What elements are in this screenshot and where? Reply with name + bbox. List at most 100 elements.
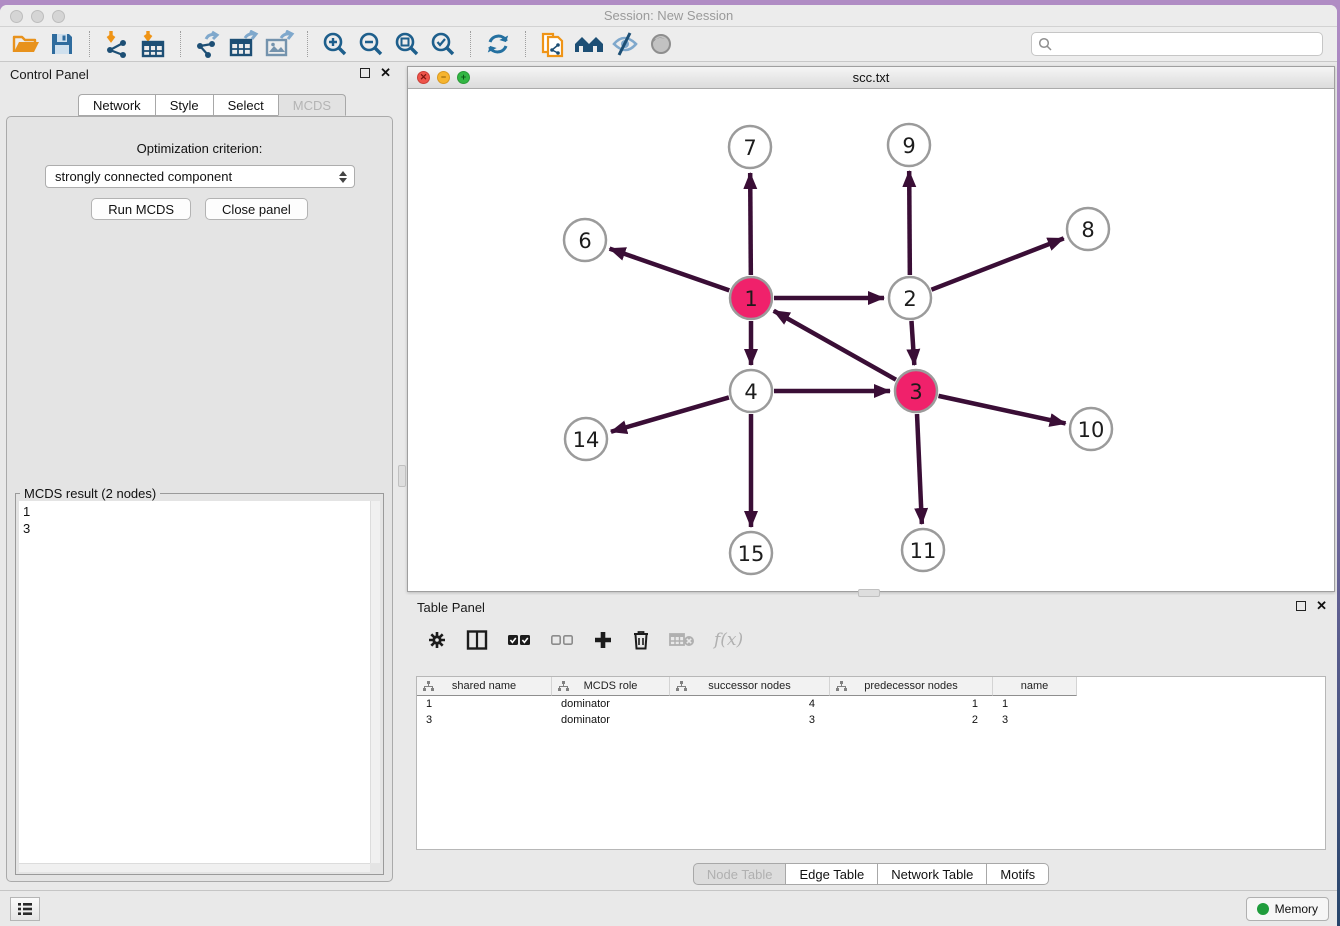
edge-3-11[interactable] (917, 414, 922, 524)
zoom-selected-icon[interactable] (425, 29, 461, 59)
import-table-icon[interactable] (135, 29, 171, 59)
search-icon (1038, 37, 1052, 51)
float-panel-icon[interactable] (360, 68, 370, 78)
select-all-icon[interactable] (507, 634, 531, 646)
edge-3-1[interactable] (774, 311, 896, 380)
edge-1-6[interactable] (610, 249, 730, 291)
list-icon (17, 902, 33, 916)
table-settings-icon[interactable] (427, 630, 447, 650)
search-box[interactable] (1031, 32, 1323, 56)
toolbar-separator (307, 31, 308, 57)
table-row[interactable]: 3dominator323 (417, 712, 1325, 728)
cell-MCDS-role[interactable]: dominator (552, 712, 670, 728)
vertical-splitter-handle[interactable] (398, 465, 406, 487)
cell-predecessor-nodes[interactable]: 1 (830, 696, 993, 712)
delete-table-icon[interactable] (669, 632, 695, 648)
apply-layout-icon[interactable] (480, 29, 516, 59)
deselect-all-icon[interactable] (550, 634, 574, 646)
apply-function-icon[interactable]: f(x) (714, 630, 743, 650)
network-view-window: ✕ − + scc.txt 7968124314101511 (407, 66, 1335, 592)
close-panel-icon[interactable]: ✕ (380, 67, 391, 78)
table-tab-network-table[interactable]: Network Table (877, 863, 986, 885)
table-tab-node-table[interactable]: Node Table (693, 863, 786, 885)
zoom-in-icon[interactable] (317, 29, 353, 59)
cell-successor-nodes[interactable]: 3 (670, 712, 830, 728)
result-horizontal-scrollbar[interactable] (19, 863, 370, 872)
import-network-icon[interactable] (99, 29, 135, 59)
close-table-panel-icon[interactable]: ✕ (1316, 600, 1327, 611)
node-label-6: 6 (578, 229, 591, 253)
column-header-shared-name[interactable]: shared name (417, 677, 552, 696)
horizontal-splitter-handle[interactable] (858, 589, 880, 597)
close-panel-button[interactable]: Close panel (205, 198, 308, 220)
application-window: Session: New Session (0, 5, 1337, 926)
cell-predecessor-nodes[interactable]: 2 (830, 712, 993, 728)
reset-view-icon[interactable] (571, 29, 607, 59)
window-title: Session: New Session (0, 8, 1337, 23)
network-window-titlebar[interactable]: ✕ − + scc.txt (408, 67, 1334, 89)
cell-shared-name[interactable]: 1 (417, 696, 552, 712)
edge-2-3[interactable] (911, 321, 914, 365)
table-row[interactable]: 1dominator411 (417, 696, 1325, 712)
node-label-10: 10 (1078, 418, 1105, 442)
task-history-button[interactable] (10, 897, 40, 921)
table-toolbar: f(x) (415, 621, 743, 659)
table-tab-edge-table[interactable]: Edge Table (785, 863, 877, 885)
export-table-icon[interactable] (226, 29, 262, 59)
edge-3-10[interactable] (938, 396, 1065, 424)
float-table-panel-icon[interactable] (1296, 601, 1306, 611)
optimization-criterion-select[interactable]: strongly connected component (45, 165, 355, 188)
export-network-icon[interactable] (190, 29, 226, 59)
column-header-predecessor-nodes[interactable]: predecessor nodes (830, 677, 993, 696)
toolbar-separator (525, 31, 526, 57)
edge-2-9[interactable] (909, 171, 910, 275)
dropdown-arrows-icon (339, 171, 347, 183)
memory-label: Memory (1275, 902, 1318, 916)
cell-successor-nodes[interactable]: 4 (670, 696, 830, 712)
column-header-MCDS-role[interactable]: MCDS role (552, 677, 670, 696)
edge-2-8[interactable] (931, 238, 1063, 289)
control-tab-style[interactable]: Style (155, 94, 213, 116)
zoom-out-icon[interactable] (353, 29, 389, 59)
selected-criterion: strongly connected component (55, 169, 232, 184)
clone-network-view-icon[interactable] (535, 29, 571, 59)
control-tab-select[interactable]: Select (213, 94, 278, 116)
mcds-result-group: MCDS result (2 nodes) 1 3 (15, 493, 384, 875)
toggle-bird-eye-icon[interactable] (643, 29, 679, 59)
show-hide-panels-icon[interactable] (607, 29, 643, 59)
table-tab-motifs[interactable]: Motifs (986, 863, 1049, 885)
node-label-9: 9 (902, 134, 915, 158)
zoom-fit-icon[interactable] (389, 29, 425, 59)
save-session-icon[interactable] (44, 29, 80, 59)
mcds-result-list[interactable]: 1 3 (19, 501, 370, 863)
delete-column-icon[interactable] (632, 630, 650, 650)
split-view-icon[interactable] (466, 630, 488, 650)
control-tab-mcds[interactable]: MCDS (278, 94, 346, 116)
mcds-panel: Optimization criterion: strongly connect… (6, 116, 393, 882)
result-vertical-scrollbar[interactable] (370, 501, 380, 863)
column-header-successor-nodes[interactable]: successor nodes (670, 677, 830, 696)
node-table: shared nameMCDS rolesuccessor nodesprede… (416, 676, 1326, 850)
memory-button[interactable]: Memory (1246, 897, 1329, 921)
optimization-criterion-label: Optimization criterion: (7, 141, 392, 156)
search-input[interactable] (1057, 37, 1316, 51)
node-label-1: 1 (744, 287, 757, 311)
cell-MCDS-role[interactable]: dominator (552, 696, 670, 712)
cell-name[interactable]: 1 (993, 696, 1077, 712)
cell-shared-name[interactable]: 3 (417, 712, 552, 728)
export-image-icon[interactable] (262, 29, 298, 59)
control-panel: Control Panel ✕ NetworkStyleSelectMCDS O… (0, 62, 399, 890)
run-mcds-button[interactable]: Run MCDS (91, 198, 191, 220)
edge-4-14[interactable] (611, 397, 729, 431)
edge-1-7[interactable] (750, 173, 751, 275)
toolbar-separator (470, 31, 471, 57)
node-label-3: 3 (909, 380, 922, 404)
cell-name[interactable]: 3 (993, 712, 1077, 728)
add-column-icon[interactable] (593, 630, 613, 650)
control-tab-network[interactable]: Network (78, 94, 155, 116)
status-bar: Memory (0, 890, 1337, 926)
column-header-name[interactable]: name (993, 677, 1077, 696)
network-canvas[interactable]: 7968124314101511 (408, 89, 1334, 591)
main-toolbar (0, 27, 1337, 62)
open-file-icon[interactable] (8, 29, 44, 59)
